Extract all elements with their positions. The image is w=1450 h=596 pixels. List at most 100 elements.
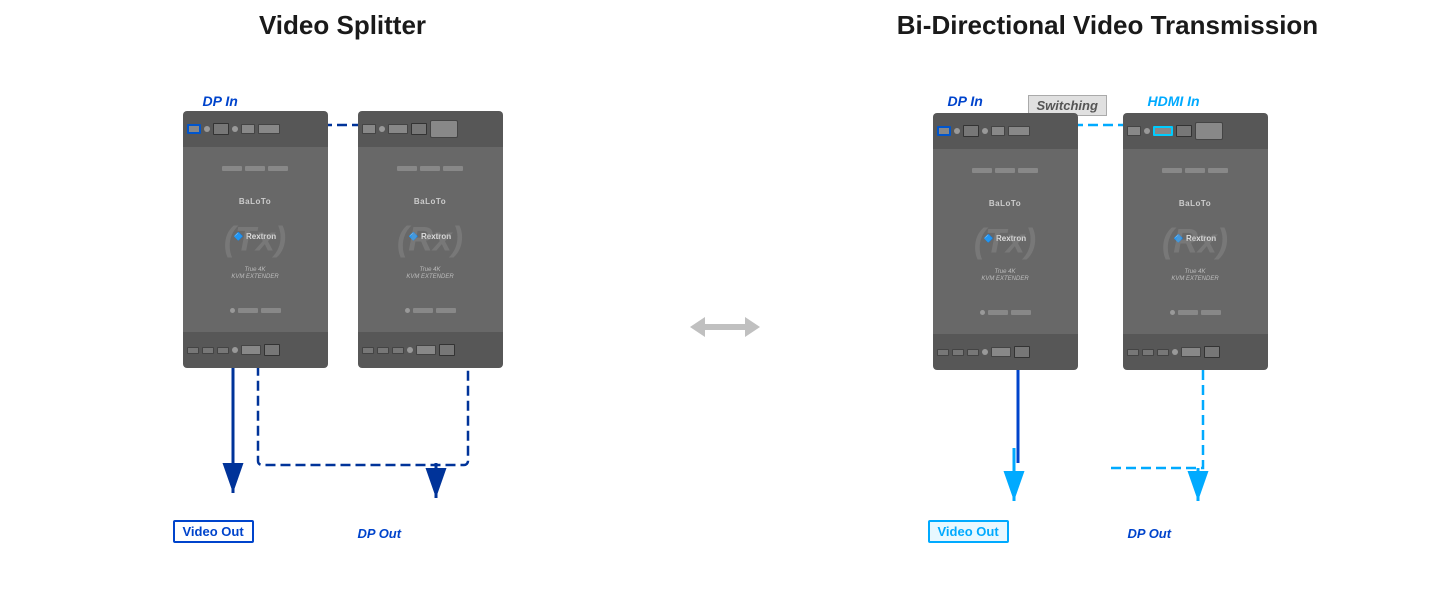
- rrx-body: (Rx) BaLoTo 🔷 Rextron True 4KKVM EXTENDE…: [1123, 149, 1268, 334]
- left-rx-device: (Rx) BaLoTo 🔷 Rextron True 4KKVM EXTENDE…: [358, 111, 503, 368]
- rtx-body: (Tx) BaLoTo 🔷 Rextron True 4KKVM EXTENDE…: [933, 149, 1078, 334]
- rrx-qr: [1195, 122, 1223, 140]
- rrx-top-bar: [1123, 113, 1268, 149]
- rx-bar5: [436, 308, 456, 313]
- rx-bar3: [443, 166, 463, 171]
- rtx-bottom-bar: [933, 334, 1078, 370]
- tx-bar2: [245, 166, 265, 171]
- right-panel: Bi-Directional Video Transmission: [765, 0, 1450, 583]
- rx-top-bar: [358, 111, 503, 147]
- rx-usb2: [377, 347, 389, 354]
- tx-top-bar: [183, 111, 328, 147]
- tx-bottom-bar: [183, 332, 328, 368]
- rtx-led: [954, 128, 960, 134]
- tx-port3: [258, 124, 280, 134]
- rx-qr: [430, 120, 458, 138]
- rx-led3: [407, 347, 413, 353]
- right-hdmi-in-label: HDMI In: [1148, 93, 1200, 111]
- main-layout: Video Splitter: [0, 0, 1450, 583]
- right-dp-out-label: DP Out: [1128, 525, 1172, 543]
- tx-rj45: [213, 123, 229, 135]
- rx-bottom-bar: [358, 332, 503, 368]
- bidir-arrow-svg: [690, 307, 760, 357]
- tx-model: True 4KKVM EXTENDER: [231, 267, 278, 283]
- rx-model: True 4KKVM EXTENDER: [406, 267, 453, 283]
- rrx-info2: [1125, 310, 1266, 315]
- rrx-model: True 4KKVM EXTENDER: [1171, 269, 1218, 285]
- rx-hdmi-bot: [416, 345, 436, 355]
- rx-info-row2: [360, 308, 501, 313]
- left-video-out-label: Video Out: [173, 520, 254, 543]
- rtx-model: True 4KKVM EXTENDER: [981, 269, 1028, 285]
- tx-hdmi: [241, 345, 261, 355]
- tx-dot1: [230, 308, 235, 313]
- tx-bar4: [238, 308, 258, 313]
- tx-dp-port: [187, 124, 201, 134]
- tx-rj2: [264, 344, 280, 356]
- right-video-out-label: Video Out: [928, 520, 1009, 543]
- right-title: Bi-Directional Video Transmission: [897, 10, 1318, 41]
- rtx-led2: [982, 128, 988, 134]
- rx-body: (Rx) BaLoTo 🔷 Rextron True 4KKVM EXTENDE…: [358, 147, 503, 332]
- tx-bar3: [268, 166, 288, 171]
- left-dp-in-label: DP In: [203, 93, 238, 111]
- rx-usb1: [362, 347, 374, 354]
- rx-info-row1: [360, 166, 501, 171]
- rx-logo: 🔷 Rextron: [409, 232, 451, 241]
- rrx-info1: [1125, 168, 1266, 173]
- right-video-out-label-wrap: Video Out: [928, 520, 1009, 543]
- tx-logo: 🔷 Rextron: [234, 232, 276, 241]
- rtx-info2: [935, 310, 1076, 315]
- tx-usb3: [217, 347, 229, 354]
- tx-bar5: [261, 308, 281, 313]
- rx-rj2: [439, 344, 455, 356]
- rtx-logo: 🔷 Rextron: [984, 234, 1026, 243]
- rtx-dp-port: [937, 126, 951, 136]
- tx-info-row2: [185, 308, 326, 313]
- tx-usb2: [202, 347, 214, 354]
- tx-info-row1: [185, 166, 326, 171]
- rx-port1: [362, 124, 376, 134]
- left-tx-device: (Tx) BaLoTo 🔷 Rextron True 4KKVM EXTENDE…: [183, 111, 328, 368]
- tx-bar1: [222, 166, 242, 171]
- right-dp-in-label: DP In: [948, 93, 983, 111]
- rrx-brand: BaLoTo: [1179, 199, 1211, 208]
- rrx-rj: [1176, 125, 1192, 137]
- tx-led: [204, 126, 210, 132]
- rtx-info1: [935, 168, 1076, 173]
- rrx-port1: [1127, 126, 1141, 136]
- rx-hdmi-top: [388, 124, 408, 134]
- rx-brand: BaLoTo: [414, 197, 446, 206]
- rx-dot1: [405, 308, 410, 313]
- tx-body: (Tx) BaLoTo 🔷 Rextron True 4KKVM EXTENDE…: [183, 147, 328, 332]
- rx-rj: [411, 123, 427, 135]
- rx-bar2: [420, 166, 440, 171]
- rtx-port2: [991, 126, 1005, 136]
- left-video-out-label-wrap: Video Out: [173, 520, 254, 543]
- tx-led2: [232, 126, 238, 132]
- rx-bar4: [413, 308, 433, 313]
- rrx-led: [1144, 128, 1150, 134]
- tx-port2: [241, 124, 255, 134]
- rrx-logo: 🔷 Rextron: [1174, 234, 1216, 243]
- rx-usb3: [392, 347, 404, 354]
- right-diagram: Switching DP In HDMI In: [928, 53, 1288, 573]
- left-panel: Video Splitter: [0, 0, 685, 583]
- rtx-port3: [1008, 126, 1030, 136]
- rrx-hdmi-port: [1153, 126, 1173, 136]
- rtx-brand: BaLoTo: [989, 199, 1021, 208]
- arrow-container: [690, 307, 760, 357]
- middle-arrow-section: [685, 0, 765, 583]
- right-rx-device: (Rx) BaLoTo 🔷 Rextron True 4KKVM EXTENDE…: [1123, 113, 1268, 370]
- rrx-bottom-bar: [1123, 334, 1268, 370]
- left-title: Video Splitter: [259, 10, 426, 41]
- tx-brand: BaLoTo: [239, 197, 271, 206]
- tx-led3: [232, 347, 238, 353]
- rtx-top-bar: [933, 113, 1078, 149]
- rx-led: [379, 126, 385, 132]
- rtx-rj: [963, 125, 979, 137]
- rx-bar1: [397, 166, 417, 171]
- right-tx-device: (Tx) BaLoTo 🔷 Rextron True 4KKVM EXTENDE…: [933, 113, 1078, 370]
- tx-usb1: [187, 347, 199, 354]
- left-dp-out-label: DP Out: [358, 525, 402, 543]
